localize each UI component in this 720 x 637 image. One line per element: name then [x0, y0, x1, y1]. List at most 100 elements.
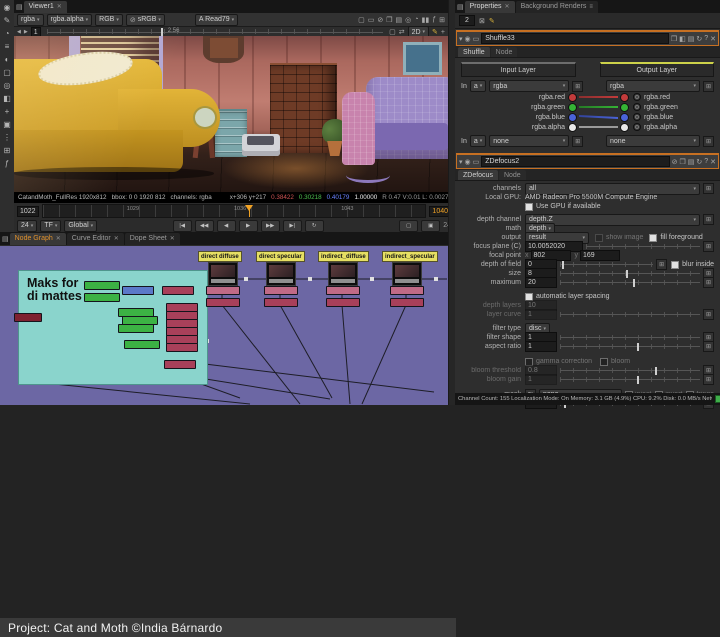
close-icon[interactable]: ✕	[56, 235, 61, 242]
draw-tool-icon[interactable]: ✎	[4, 16, 11, 25]
channel-grid-button[interactable]: ⊞	[703, 81, 714, 92]
copy-node[interactable]	[124, 340, 160, 349]
maximum-slider[interactable]	[560, 279, 700, 287]
play-backward-fast-button[interactable]: ◀◀	[195, 220, 214, 232]
frame-range-button[interactable]: ▣	[421, 220, 440, 232]
channel-radio[interactable]	[633, 93, 641, 101]
focal-y-input[interactable]: 169	[580, 250, 620, 261]
sample-wand-icon[interactable]: ✎	[432, 28, 438, 36]
mask-node[interactable]	[14, 313, 42, 322]
shuffle-node[interactable]	[206, 286, 240, 295]
aspect-ratio-input[interactable]: 1	[525, 341, 557, 352]
play-forward-button[interactable]: ▶	[239, 220, 258, 232]
revert-icon[interactable]: ↻	[696, 35, 702, 43]
collapse-icon[interactable]: ▾	[459, 158, 463, 166]
center-node-icon[interactable]: ◉	[465, 35, 471, 43]
shuffle-node[interactable]	[390, 286, 424, 295]
aspect-ratio-slider[interactable]	[560, 343, 700, 351]
clock-icon[interactable]: ◔	[414, 16, 418, 23]
channel-grid-button[interactable]: ⊞	[703, 214, 714, 225]
tab-properties[interactable]: Properties ✕	[465, 1, 515, 13]
tab-node-graph[interactable]: Node Graph ✕	[10, 233, 66, 245]
channel-dot-alpha[interactable]	[620, 123, 629, 132]
gamma-icon[interactable]: ▭	[368, 16, 375, 24]
split-panel-icon[interactable]: ◧	[679, 35, 686, 43]
gain-slider-handle[interactable]	[161, 28, 163, 36]
tab-dope-sheet[interactable]: Dope Sheet ✕	[125, 233, 180, 245]
channel-dot-green[interactable]	[568, 103, 577, 112]
panel-page-icon[interactable]: ▤	[16, 3, 23, 11]
pencil-icon[interactable]: ✎	[489, 17, 495, 25]
channel-dot-alpha[interactable]	[568, 123, 577, 132]
input-layer-select[interactable]: rgba▾	[489, 80, 569, 92]
gain-right-arrow-icon[interactable]: ▶	[24, 29, 28, 35]
close-icon[interactable]: ✕	[57, 3, 62, 10]
swap-icon[interactable]: ⇄	[399, 28, 405, 36]
center-node-icon[interactable]: ◉	[465, 158, 471, 166]
channel-dot-green[interactable]	[620, 103, 629, 112]
input2-layer-select[interactable]: none▾	[489, 135, 569, 147]
panel-page-icon[interactable]: ▤	[2, 235, 9, 243]
frame-mode-select[interactable]: Global▾	[64, 220, 97, 232]
read-node[interactable]	[266, 262, 296, 286]
layer-curve-slider[interactable]	[560, 311, 700, 319]
grade-node[interactable]	[326, 298, 360, 307]
lock-range-button[interactable]: ▢	[399, 220, 418, 232]
focus-plane-slider[interactable]	[586, 243, 700, 251]
channel-grid-button[interactable]: ⊞	[703, 136, 714, 147]
layer-curve-input[interactable]: 1	[525, 309, 557, 320]
disable-icon[interactable]: ◎	[405, 16, 411, 24]
zoom-level-icon[interactable]: ⊞	[439, 16, 445, 24]
display-select[interactable]: RGB▾	[95, 14, 123, 26]
bloom-gain-input[interactable]: 1	[525, 374, 557, 385]
minimize-icon[interactable]: ▭	[473, 35, 480, 43]
dof-slider[interactable]	[560, 261, 653, 269]
roi-icon[interactable]: ▢	[389, 28, 396, 36]
node-graph-canvas[interactable]: Maks for di mattes direct diffuse direct…	[0, 246, 448, 405]
tab-curve-editor[interactable]: Curve Editor ✕	[67, 233, 124, 245]
channel-grid-button[interactable]: ⊞	[572, 81, 583, 92]
collapse-icon[interactable]: ▾	[459, 35, 463, 43]
anim-menu-button[interactable]: ⊞	[703, 341, 714, 352]
close-icon[interactable]: ✕	[114, 235, 119, 242]
go-start-button[interactable]: |◀	[173, 220, 192, 232]
image-tool-icon[interactable]: ◉	[4, 3, 11, 12]
menu-icon[interactable]: ≡	[589, 4, 593, 10]
close-icon[interactable]: ✕	[170, 235, 175, 242]
loop-button[interactable]: ↻	[305, 220, 324, 232]
clip-warning-icon[interactable]: ⊘	[377, 16, 383, 24]
minimize-icon[interactable]: ▭	[473, 158, 480, 166]
keyer-tool-icon[interactable]: ◎	[4, 81, 11, 90]
gain-left-arrow-icon[interactable]: ◀	[17, 29, 21, 35]
panel-page-icon[interactable]: ▤	[457, 3, 464, 11]
colorspace-select[interactable]: ⊘sRGB▾	[126, 14, 165, 26]
viewer-image[interactable]	[14, 36, 448, 192]
tab-shuffle-node[interactable]: Node	[491, 47, 518, 57]
read-node[interactable]	[328, 262, 358, 286]
revert-icon[interactable]: ↻	[696, 158, 702, 166]
shuffle-node[interactable]	[264, 286, 298, 295]
fill-foreground-checkbox[interactable]	[649, 234, 657, 242]
playhead-marker[interactable]	[245, 205, 253, 211]
channel-radio[interactable]	[633, 103, 641, 111]
copy-node[interactable]	[84, 281, 120, 290]
zdefocus-node-name[interactable]: ZDefocus2	[481, 156, 669, 167]
color-tool-icon[interactable]: ◐	[5, 55, 10, 64]
tab-zdefocus-node[interactable]: Node	[499, 170, 526, 180]
copy-node[interactable]	[84, 293, 120, 302]
copy-node[interactable]	[118, 324, 154, 333]
help-icon[interactable]: ?	[704, 35, 708, 42]
proxy-icon[interactable]: ❒	[386, 16, 392, 24]
channel-tool-icon[interactable]: ≡	[5, 42, 10, 51]
anim-menu-button[interactable]: ⊞	[703, 277, 714, 288]
3d-tool-icon[interactable]: ▣	[3, 120, 11, 129]
input-select[interactable]: A Read79▾	[195, 14, 238, 26]
filter-tool-icon[interactable]: ▢	[3, 68, 11, 77]
tab-shuffle[interactable]: Shuffle	[458, 47, 490, 57]
close-icon[interactable]: ✕	[505, 3, 510, 10]
channel-dot-blue[interactable]	[620, 113, 629, 122]
show-image-checkbox[interactable]	[595, 234, 603, 242]
shuffle-node[interactable]	[326, 286, 360, 295]
channel-grid-button[interactable]: ⊞	[703, 183, 714, 194]
play-forward-fast-button[interactable]: ▶▶	[261, 220, 280, 232]
